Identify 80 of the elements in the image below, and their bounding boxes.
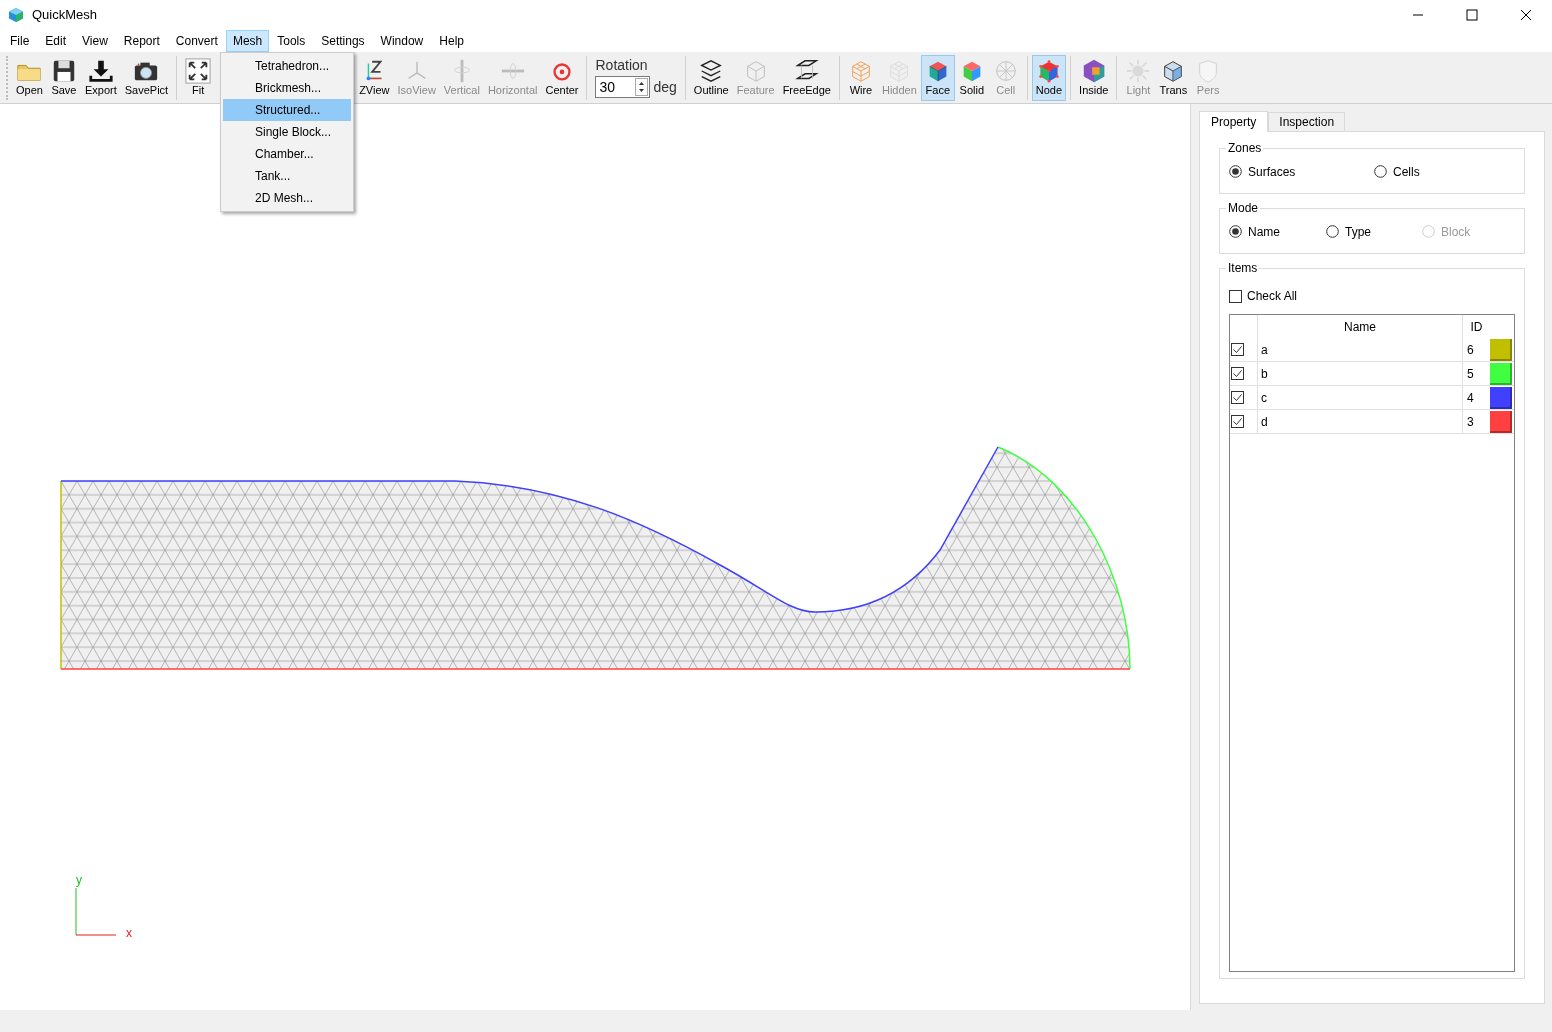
table-cell: b: [1258, 362, 1463, 385]
menu-item[interactable]: Mesh: [225, 30, 270, 52]
axes-icon: [75, 888, 117, 936]
table-cell-text: 5: [1466, 365, 1475, 383]
table-cell: a: [1258, 338, 1463, 361]
toolbar-button[interactable]: Trans: [1155, 54, 1192, 101]
menu-item[interactable]: Convert: [167, 30, 226, 52]
radio-button[interactable]: [1229, 165, 1242, 178]
menu-option[interactable]: 2D Mesh...: [223, 187, 351, 209]
toolbar-button[interactable]: Center: [541, 54, 583, 101]
menu-item[interactable]: Help: [431, 30, 472, 52]
close-icon[interactable]: [1520, 9, 1532, 21]
table-cell-text: 6: [1466, 341, 1475, 359]
toolbar-button[interactable]: Solid: [954, 54, 989, 101]
toolbar-button[interactable]: Open: [12, 54, 47, 101]
radio-label: Block: [1441, 223, 1471, 241]
window-title: QuickMesh: [32, 6, 98, 25]
row-checkbox[interactable]: [1231, 391, 1244, 404]
radio-label: Type: [1345, 223, 1371, 241]
radio-label: Cells: [1393, 163, 1420, 181]
unit-label: deg: [653, 77, 677, 97]
menu-option[interactable]: Tetrahedron...: [223, 55, 351, 77]
toolbar-button[interactable]: Fit: [181, 54, 216, 101]
tab[interactable]: Inspection: [1268, 112, 1346, 131]
toolbar-button[interactable]: Outline: [689, 54, 733, 101]
x-axis-label: x: [126, 927, 132, 939]
row-checkbox[interactable]: [1231, 367, 1244, 380]
menu-option[interactable]: Single Block...: [223, 121, 351, 143]
toolbar-button[interactable]: Node: [1031, 54, 1067, 101]
menu-item[interactable]: Report: [115, 30, 168, 52]
group-title: Items: [1226, 261, 1260, 275]
toolbar-button[interactable]: SavePict: [120, 54, 173, 101]
y-axis-label: y: [76, 874, 82, 886]
toolbar-button[interactable]: ZView: [355, 54, 394, 101]
menu-item[interactable]: Edit: [37, 30, 75, 52]
checkbox-label: Check All: [1247, 288, 1298, 305]
table-cell: d: [1258, 410, 1463, 433]
table-cell: c: [1258, 386, 1463, 409]
toolbar-button[interactable]: Inside: [1075, 54, 1113, 101]
radio-button[interactable]: [1229, 225, 1242, 238]
menu-item[interactable]: Settings: [313, 30, 373, 52]
radio-label: Surfaces: [1248, 163, 1296, 181]
toolbar-button[interactable]: Wire: [843, 54, 878, 101]
app-logo-icon: [8, 7, 24, 23]
menu-item[interactable]: Window: [372, 30, 432, 52]
table-cell-text: 4: [1466, 389, 1475, 407]
menu-option[interactable]: Tank...: [223, 165, 351, 187]
radio-label: Name: [1248, 223, 1280, 241]
row-checkbox[interactable]: [1231, 343, 1244, 356]
rotation-label: Rotation: [595, 57, 649, 73]
menu-option[interactable]: Brickmesh...: [223, 77, 351, 99]
radio-button[interactable]: [1374, 165, 1387, 178]
toolbar-button[interactable]: Export: [80, 54, 121, 101]
color-swatch[interactable]: [1490, 363, 1512, 385]
checkbox[interactable]: [1229, 289, 1242, 303]
table-cell-text: 3: [1466, 413, 1475, 431]
menu-option[interactable]: Chamber...: [223, 143, 351, 165]
menu-option[interactable]: Structured...: [223, 99, 351, 121]
group-title: Zones: [1226, 141, 1264, 155]
row-checkbox[interactable]: [1231, 415, 1244, 428]
toolbar-button[interactable]: Save: [46, 54, 81, 101]
spin-arrows-icon[interactable]: [635, 78, 649, 96]
column-header: Name: [1258, 315, 1463, 338]
group-title: Mode: [1226, 201, 1261, 215]
column-header: ID: [1469, 318, 1484, 336]
toolbar-button[interactable]: Face: [920, 54, 955, 101]
menu-item[interactable]: View: [74, 30, 116, 52]
fit-arrows-icon: [185, 58, 212, 84]
maximize-icon[interactable]: [1466, 9, 1478, 21]
color-swatch[interactable]: [1490, 411, 1512, 433]
radio-button[interactable]: [1326, 225, 1339, 238]
tab[interactable]: Property: [1199, 111, 1269, 132]
menu-item[interactable]: Tools: [269, 30, 314, 52]
download-icon: [87, 58, 114, 84]
color-swatch[interactable]: [1490, 387, 1512, 409]
menu-item[interactable]: File: [2, 30, 38, 52]
toolbar-button[interactable]: FreeEdge: [778, 54, 835, 101]
layers-icon: [698, 58, 725, 84]
rotation-field[interactable]: 30: [595, 76, 651, 98]
color-swatch[interactable]: [1490, 339, 1512, 361]
